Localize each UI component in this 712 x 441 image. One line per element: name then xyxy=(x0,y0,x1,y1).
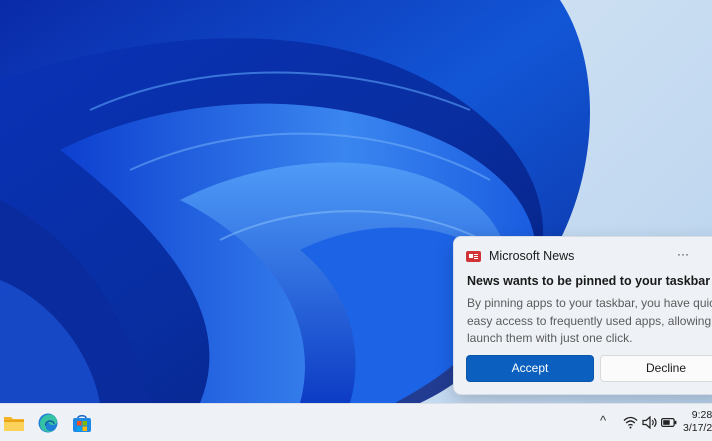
notification-toast[interactable]: Microsoft News ··· News wants to be pinn… xyxy=(453,236,712,395)
taskbar: ^ 9:28 3/17/2 xyxy=(0,403,712,441)
decline-button[interactable]: Decline xyxy=(600,355,712,382)
notification-title: News wants to be pinned to your taskbar xyxy=(467,274,711,288)
taskbar-clock[interactable]: 9:28 3/17/2 xyxy=(683,409,712,435)
desktop: Microsoft News ··· News wants to be pinn… xyxy=(0,0,712,403)
clock-date: 3/17/2 xyxy=(683,422,712,434)
news-icon xyxy=(466,250,481,262)
notification-body-line: launch them with just one click. xyxy=(467,331,633,345)
clock-time: 9:28 xyxy=(691,409,712,421)
notification-app-name: Microsoft News xyxy=(489,249,575,263)
wifi-icon[interactable] xyxy=(623,416,638,429)
notification-body: By pinning apps to your taskbar, you hav… xyxy=(467,295,712,348)
edge-icon[interactable] xyxy=(37,412,59,434)
notification-body-line: easy access to frequently used apps, all… xyxy=(467,313,712,328)
battery-icon[interactable] xyxy=(661,417,677,428)
file-explorer-icon[interactable] xyxy=(3,412,25,434)
volume-icon[interactable] xyxy=(642,416,658,429)
store-icon[interactable] xyxy=(71,412,93,434)
accept-button[interactable]: Accept xyxy=(466,355,594,382)
notification-header: Microsoft News xyxy=(466,247,704,265)
show-hidden-icons-chevron[interactable]: ^ xyxy=(600,413,606,428)
notification-body-line: By pinning apps to your taskbar, you hav… xyxy=(467,296,712,310)
more-options-button[interactable]: ··· xyxy=(672,245,694,265)
